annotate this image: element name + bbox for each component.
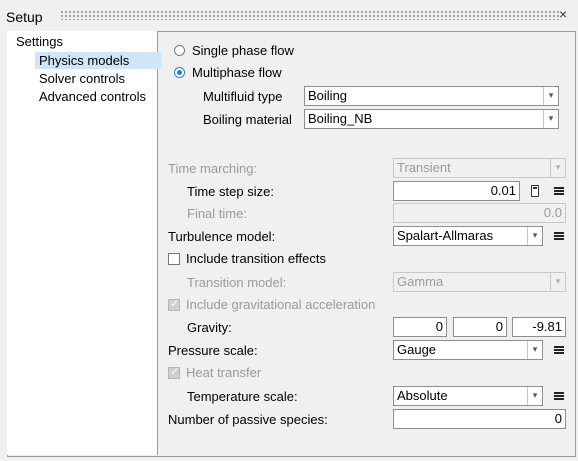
final-time-label: Final time: xyxy=(187,206,247,221)
turbulence-model-dropdown[interactable]: Spalart-Allmaras ▾ xyxy=(393,226,543,246)
transition-model-label: Transition model: xyxy=(187,275,287,290)
gravity-label: Gravity: xyxy=(187,320,232,335)
tree-item-solver-controls[interactable]: Solver controls xyxy=(35,70,129,87)
final-time-input: 0.0 xyxy=(393,203,566,223)
pressure-scale-label: Pressure scale: xyxy=(168,343,258,358)
gravity-z-input[interactable]: -9.81 xyxy=(512,317,566,337)
boiling-material-dropdown[interactable]: Boiling_NB ▾ xyxy=(304,109,559,129)
menu-icon[interactable] xyxy=(554,187,564,195)
temperature-scale-dropdown[interactable]: Absolute ▾ xyxy=(393,386,543,406)
gravity-y-input[interactable]: 0 xyxy=(453,317,507,337)
tree-item-physics-models[interactable]: Physics models xyxy=(35,52,161,69)
settings-tree: Settings Physics models Solver controls … xyxy=(7,31,161,455)
pressure-scale-dropdown[interactable]: Gauge ▾ xyxy=(393,340,543,360)
chevron-down-icon[interactable]: ▾ xyxy=(543,110,558,128)
menu-icon[interactable] xyxy=(554,346,564,354)
chevron-down-icon: ▾ xyxy=(550,273,565,291)
transition-model-dropdown: Gamma ▾ xyxy=(393,272,566,292)
gravity-x-input[interactable]: 0 xyxy=(393,317,447,337)
time-step-input[interactable]: 0.01 xyxy=(393,181,520,201)
time-marching-value: Transient xyxy=(397,160,451,175)
time-marching-dropdown: Transient ▾ xyxy=(393,158,566,178)
tree-root-settings[interactable]: Settings xyxy=(12,33,67,50)
multifluid-type-label: Multifluid type xyxy=(203,89,283,104)
chevron-down-icon[interactable]: ▾ xyxy=(527,227,542,245)
turbulence-model-label: Turbulence model: xyxy=(168,229,276,244)
transition-effects-checkbox[interactable] xyxy=(168,253,180,265)
heat-transfer-checkbox[interactable] xyxy=(168,365,180,379)
multifluid-type-dropdown[interactable]: Boiling ▾ xyxy=(304,86,559,106)
passive-species-input[interactable]: 0 xyxy=(393,409,566,429)
tree-item-advanced-controls[interactable]: Advanced controls xyxy=(35,88,150,105)
chevron-down-icon: ▾ xyxy=(550,159,565,177)
passive-species-label: Number of passive species: xyxy=(168,412,328,427)
close-icon[interactable]: × xyxy=(559,6,567,22)
gravity-checkbox[interactable] xyxy=(168,297,180,311)
chevron-down-icon[interactable]: ▾ xyxy=(527,341,542,359)
multiphase-label: Multiphase flow xyxy=(192,65,282,80)
gravity-checkbox-label: Include gravitational acceleration xyxy=(186,297,376,312)
drag-handle[interactable] xyxy=(60,10,560,20)
time-marching-label: Time marching: xyxy=(168,161,258,176)
transition-effects-label: Include transition effects xyxy=(186,251,326,266)
chevron-down-icon[interactable]: ▾ xyxy=(527,387,542,405)
window-title: Setup xyxy=(6,9,43,25)
time-step-label: Time step size: xyxy=(187,184,274,199)
calculator-icon[interactable] xyxy=(531,185,539,197)
multifluid-type-value: Boiling xyxy=(308,88,348,103)
boiling-material-value: Boiling_NB xyxy=(308,111,373,126)
boiling-material-label: Boiling material xyxy=(203,112,292,127)
heat-transfer-label: Heat transfer xyxy=(186,365,262,380)
temperature-scale-label: Temperature scale: xyxy=(187,389,298,404)
menu-icon[interactable] xyxy=(554,232,564,240)
turbulence-model-value: Spalart-Allmaras xyxy=(397,228,494,243)
transition-model-value: Gamma xyxy=(397,274,444,289)
single-phase-radio[interactable] xyxy=(174,45,185,56)
single-phase-label: Single phase flow xyxy=(192,43,294,58)
temperature-scale-value: Absolute xyxy=(397,388,448,403)
menu-icon[interactable] xyxy=(554,392,564,400)
chevron-down-icon[interactable]: ▾ xyxy=(543,87,558,105)
pressure-scale-value: Gauge xyxy=(397,342,437,357)
multiphase-radio[interactable] xyxy=(174,67,185,78)
